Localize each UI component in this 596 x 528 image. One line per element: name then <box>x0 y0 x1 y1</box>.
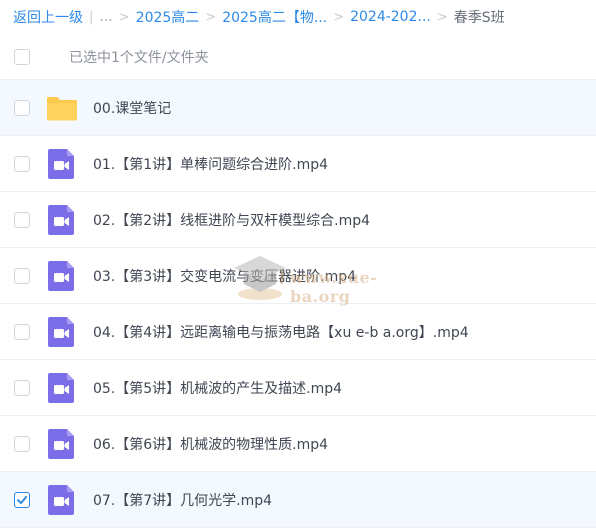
breadcrumb-item[interactable]: 2025高二【物... <box>222 7 327 27</box>
row-checkbox[interactable] <box>14 99 30 116</box>
row-checkbox[interactable] <box>14 211 30 228</box>
video-file-icon <box>46 316 78 348</box>
file-row[interactable]: 06.【第6讲】机械波的物理性质.mp4 <box>0 416 596 472</box>
file-name[interactable]: 07.【第7讲】几何光学.mp4 <box>93 490 272 510</box>
row-checkbox[interactable] <box>14 155 30 172</box>
file-row[interactable]: 04.【第4讲】远距离输电与振荡电路【xu e-b a.org】.mp4 <box>0 304 596 360</box>
breadcrumb: 返回上一级 | ... > 2025高二 > 2025高二【物... > 202… <box>0 0 596 34</box>
chevron-right-icon: > <box>333 9 345 25</box>
file-list: 00.课堂笔记 01.【第1讲】单棒问题综合进阶.mp4 02.【第2讲】线框进阶与… <box>0 80 596 528</box>
folder-icon <box>46 92 78 124</box>
chevron-right-icon: > <box>436 9 448 25</box>
row-checkbox[interactable] <box>14 435 30 452</box>
file-row[interactable]: 02.【第2讲】线框进阶与双杆模型综合.mp4 <box>0 192 596 248</box>
file-row[interactable]: 00.课堂笔记 <box>0 80 596 136</box>
file-row[interactable]: 01.【第1讲】单棒问题综合进阶.mp4 <box>0 136 596 192</box>
breadcrumb-item[interactable]: 2025高二 <box>136 7 200 27</box>
file-name[interactable]: 03.【第3讲】交变电流与变压器进阶.mp4 <box>93 266 356 286</box>
video-file-icon <box>46 484 78 516</box>
file-row[interactable]: 03.【第3讲】交变电流与变压器进阶.mp4 <box>0 248 596 304</box>
file-name[interactable]: 05.【第5讲】机械波的产生及描述.mp4 <box>93 378 342 398</box>
file-row[interactable]: 05.【第5讲】机械波的产生及描述.mp4 <box>0 360 596 416</box>
video-file-icon <box>46 148 78 180</box>
row-checkbox[interactable] <box>14 323 30 340</box>
file-name[interactable]: 02.【第2讲】线框进阶与双杆模型综合.mp4 <box>93 210 370 230</box>
row-checkbox[interactable] <box>14 379 30 396</box>
breadcrumb-divider: | <box>89 9 94 25</box>
breadcrumb-current: 春季S班 <box>453 10 505 26</box>
file-row[interactable]: 07.【第7讲】几何光学.mp4 <box>0 472 596 528</box>
chevron-right-icon: > <box>118 9 130 25</box>
row-checkbox[interactable] <box>14 491 30 508</box>
row-checkbox[interactable] <box>14 267 30 284</box>
video-file-icon <box>46 372 78 404</box>
video-file-icon <box>46 428 78 460</box>
back-link[interactable]: 返回上一级 <box>13 7 83 27</box>
video-file-icon <box>46 204 78 236</box>
file-name[interactable]: 04.【第4讲】远距离输电与振荡电路【xu e-b a.org】.mp4 <box>93 322 469 342</box>
selection-bar: 已选中1个文件/文件夹 <box>0 34 596 80</box>
file-name[interactable]: 06.【第6讲】机械波的物理性质.mp4 <box>93 434 328 454</box>
chevron-right-icon: > <box>205 9 217 25</box>
file-name[interactable]: 01.【第1讲】单棒问题综合进阶.mp4 <box>93 154 328 174</box>
breadcrumb-ellipsis[interactable]: ... <box>99 9 112 25</box>
file-name[interactable]: 00.课堂笔记 <box>93 98 171 118</box>
video-file-icon <box>46 260 78 292</box>
selection-status: 已选中1个文件/文件夹 <box>69 49 209 66</box>
breadcrumb-item[interactable]: 2024-202... <box>350 9 431 25</box>
select-all-checkbox[interactable] <box>14 48 30 65</box>
